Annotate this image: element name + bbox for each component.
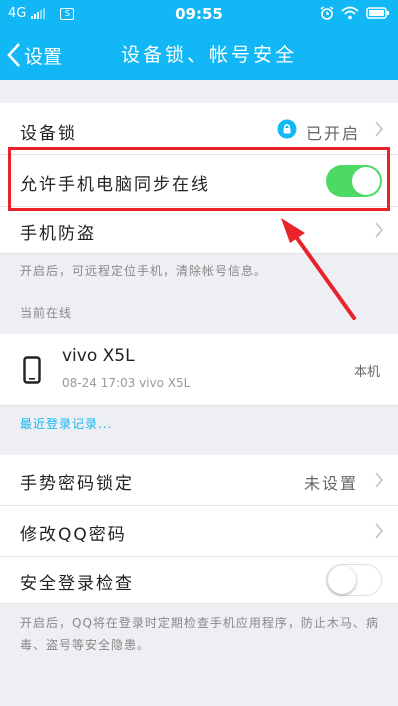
recent-login-link[interactable]: 最近登录记录... bbox=[20, 413, 384, 435]
gesture-lock-row[interactable]: 手势密码锁定 未设置 bbox=[0, 455, 398, 506]
safe-login-check-toggle[interactable] bbox=[326, 564, 382, 596]
device-name: vivo X5L bbox=[62, 346, 135, 366]
chevron-right-icon bbox=[375, 523, 384, 539]
toggle-knob bbox=[328, 566, 356, 594]
device-tag: 本机 bbox=[353, 365, 380, 380]
device-lock-status: 已开启 bbox=[306, 124, 361, 143]
chevron-right-icon bbox=[375, 222, 384, 238]
change-password-row[interactable]: 修改QQ密码 bbox=[0, 506, 398, 557]
anti-theft-note: 开启后，可远程定位手机，清除帐号信息。 bbox=[20, 264, 268, 278]
safe-login-check-row: 安全登录检查 bbox=[0, 557, 398, 604]
safe-login-check-note: 开启后，QQ将在登录时定期检查手机应用程序，防止木马、病毒、盗号等安全隐患。 bbox=[20, 616, 379, 652]
lock-icon bbox=[277, 119, 297, 139]
anti-theft-label: 手机防盗 bbox=[20, 224, 96, 244]
online-device-row: vivo X5L 08-24 17:03 vivo X5L 本机 bbox=[0, 334, 398, 406]
safe-login-check-label: 安全登录检查 bbox=[20, 574, 134, 594]
status-bar: 4G S 09:55 bbox=[0, 0, 398, 30]
gesture-lock-label: 手势密码锁定 bbox=[20, 474, 134, 494]
battery-icon bbox=[366, 7, 389, 19]
device-detail: 08-24 17:03 vivo X5L bbox=[62, 376, 191, 390]
alarm-icon bbox=[320, 6, 334, 20]
device-lock-label: 设备锁 bbox=[20, 124, 77, 144]
chevron-right-icon bbox=[375, 121, 384, 137]
highlight-box bbox=[8, 147, 390, 211]
change-password-label: 修改QQ密码 bbox=[20, 525, 127, 545]
phone-icon bbox=[23, 356, 41, 384]
chevron-right-icon bbox=[375, 472, 384, 488]
nav-bar: 设置 设备锁、帐号安全 bbox=[0, 30, 398, 80]
gesture-lock-status: 未设置 bbox=[304, 474, 359, 493]
wifi-icon bbox=[341, 6, 359, 20]
anti-theft-row[interactable]: 手机防盗 bbox=[0, 207, 398, 254]
section-title-current-online: 当前在线 bbox=[20, 306, 73, 320]
page-title: 设备锁、帐号安全 bbox=[120, 44, 297, 66]
